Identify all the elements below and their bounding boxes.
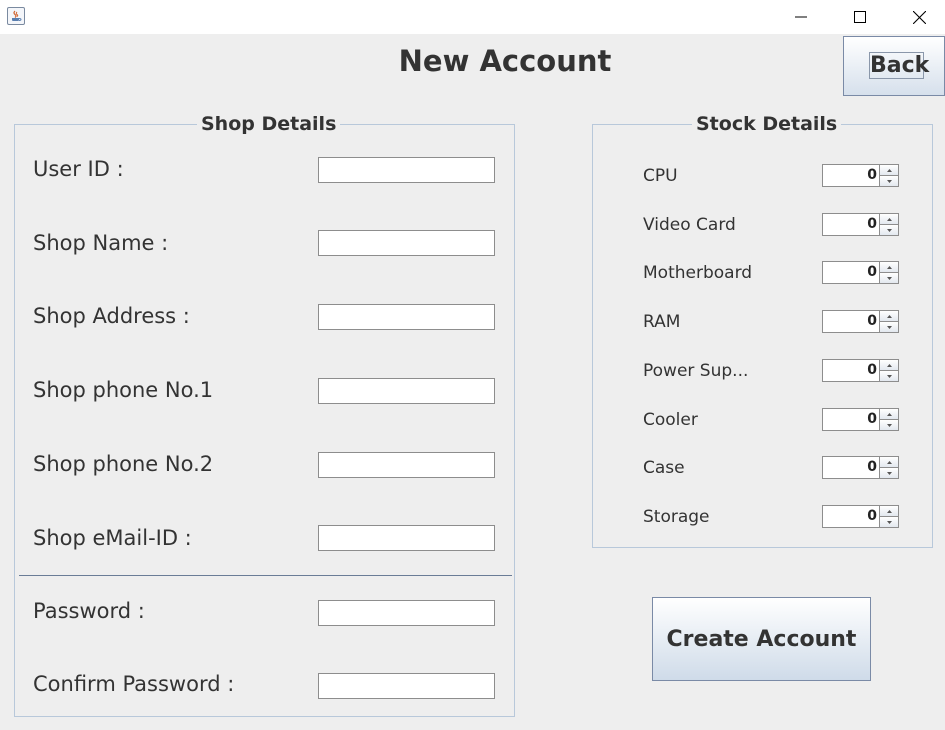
stock-spinner-cooler[interactable]: 0	[822, 408, 899, 431]
confirm-password-input[interactable]	[318, 673, 495, 699]
minimize-button[interactable]	[778, 0, 824, 34]
stock-value-storage[interactable]: 0	[822, 505, 880, 528]
caret-up-icon	[886, 265, 892, 269]
stock-label-cpu: CPU	[643, 166, 678, 186]
stock-value-cpu[interactable]: 0	[822, 164, 880, 187]
shop-name-input[interactable]	[318, 230, 495, 256]
maximize-button[interactable]	[837, 0, 883, 34]
caret-up-icon	[886, 509, 892, 513]
caret-down-icon	[886, 325, 892, 329]
section-separator	[19, 575, 512, 576]
stock-spinner-motherboard[interactable]: 0	[822, 261, 899, 284]
stock-value-power-supply[interactable]: 0	[822, 359, 880, 382]
close-button[interactable]	[896, 0, 942, 34]
shop-phone-1-label: Shop phone No.1	[33, 378, 214, 402]
caret-up-icon	[886, 168, 892, 172]
stock-spinner-video-card[interactable]: 0	[822, 213, 899, 236]
create-account-button[interactable]: Create Account	[652, 597, 871, 681]
caret-up-icon	[886, 412, 892, 416]
caret-down-icon	[886, 471, 892, 475]
caret-down-icon	[886, 276, 892, 280]
user-id-input[interactable]	[318, 157, 495, 183]
spinner-down-button[interactable]	[879, 467, 899, 479]
password-input[interactable]	[318, 600, 495, 626]
stock-value-cooler[interactable]: 0	[822, 408, 880, 431]
stock-label-video-card: Video Card	[643, 215, 736, 235]
spinner-down-button[interactable]	[879, 321, 899, 333]
spinner-down-button[interactable]	[879, 370, 899, 382]
stock-spinner-storage[interactable]: 0	[822, 505, 899, 528]
spinner-down-button[interactable]	[879, 175, 899, 187]
password-label: Password :	[33, 599, 145, 623]
caret-up-icon	[886, 314, 892, 318]
back-button[interactable]: Back	[843, 36, 945, 96]
user-id-label: User ID :	[33, 157, 124, 181]
minimize-icon	[795, 16, 807, 18]
java-icon[interactable]	[7, 7, 25, 25]
caret-up-icon	[886, 460, 892, 464]
stock-spinner-case[interactable]: 0	[822, 456, 899, 479]
stock-label-power-supply: Power Sup...	[643, 361, 749, 381]
caret-down-icon	[886, 374, 892, 378]
stock-value-motherboard[interactable]: 0	[822, 261, 880, 284]
stock-value-video-card[interactable]: 0	[822, 213, 880, 236]
spinner-down-button[interactable]	[879, 224, 899, 236]
confirm-password-label: Confirm Password :	[33, 672, 235, 696]
shop-address-label: Shop Address :	[33, 304, 190, 328]
spinner-down-button[interactable]	[879, 516, 899, 528]
window-title-bar	[0, 0, 945, 34]
stock-label-storage: Storage	[643, 507, 710, 527]
spinner-down-button[interactable]	[879, 272, 899, 284]
shop-phone-2-label: Shop phone No.2	[33, 452, 214, 476]
shop-email-input[interactable]	[318, 525, 495, 551]
stock-spinner-cpu[interactable]: 0	[822, 164, 899, 187]
page-title: New Account	[398, 44, 612, 78]
stock-label-case: Case	[643, 458, 685, 478]
stock-value-ram[interactable]: 0	[822, 310, 880, 333]
shop-phone-2-input[interactable]	[318, 452, 495, 478]
caret-up-icon	[886, 363, 892, 367]
shop-details-title: Shop Details	[197, 113, 341, 135]
stock-label-cooler: Cooler	[643, 410, 698, 430]
shop-address-input[interactable]	[318, 304, 495, 330]
stock-label-motherboard: Motherboard	[643, 263, 753, 283]
caret-down-icon	[886, 179, 892, 183]
stock-spinner-power-supply[interactable]: 0	[822, 359, 899, 382]
spinner-down-button[interactable]	[879, 419, 899, 431]
shop-email-label: Shop eMail-ID :	[33, 526, 192, 550]
stock-value-case[interactable]: 0	[822, 456, 880, 479]
caret-up-icon	[886, 217, 892, 221]
stock-spinner-ram[interactable]: 0	[822, 310, 899, 333]
close-icon	[912, 10, 926, 24]
back-button-label: Back	[869, 52, 930, 79]
shop-phone-1-input[interactable]	[318, 378, 495, 404]
caret-down-icon	[886, 228, 892, 232]
caret-down-icon	[886, 520, 892, 524]
shop-name-label: Shop Name :	[33, 231, 169, 255]
stock-details-panel: Stock Details CPU 0 Video Card 0 Motherb…	[592, 113, 933, 548]
stock-details-title: Stock Details	[692, 113, 842, 135]
shop-details-panel: Shop Details User ID : Shop Name : Shop …	[14, 113, 515, 717]
stock-label-ram: RAM	[643, 312, 681, 332]
maximize-icon	[854, 11, 866, 23]
caret-down-icon	[886, 423, 892, 427]
